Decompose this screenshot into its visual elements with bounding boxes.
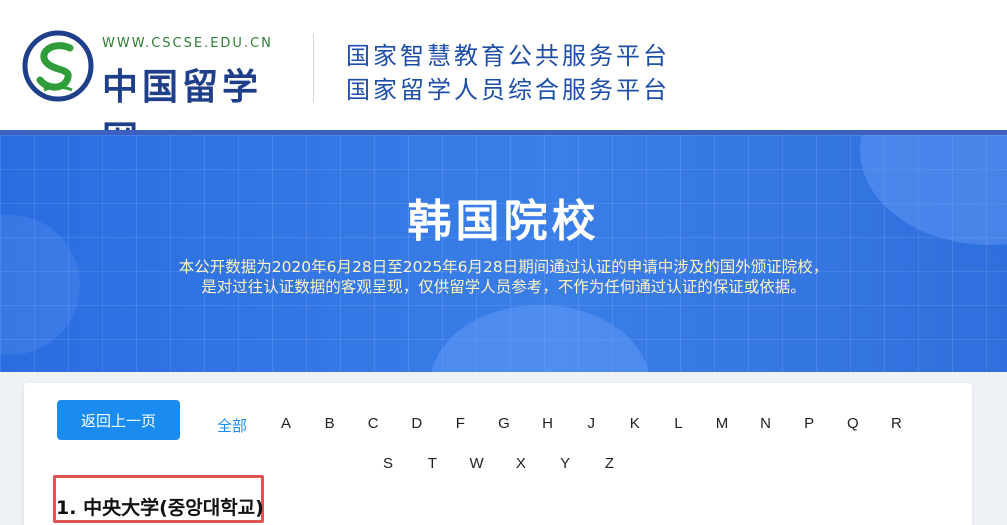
logo-url-text: WWW.CSCSE.EDU.CN [102,36,273,51]
cscse-logo-icon [22,30,94,102]
filter-letter-m[interactable]: M [702,415,742,432]
page-title: 韩国院校 [407,196,600,247]
filter-letter-k[interactable]: K [615,415,655,432]
filter-letter-n[interactable]: N [746,415,786,432]
filter-letter-h[interactable]: H [528,415,568,432]
filter-letter-x[interactable]: X [501,455,541,472]
site-header: WWW.CSCSE.EDU.CN 中国留学网 国家智慧教育公共服务平台 国家留学… [0,0,1007,160]
filter-letter-s[interactable]: S [368,455,408,472]
school-name: 中央大学(중앙대학교) [83,497,264,519]
platform-title-2: 国家留学人员综合服务平台 [346,76,670,104]
filter-letter-z[interactable]: Z [590,455,630,472]
back-button[interactable]: 返回上一页 [57,400,180,440]
hero-banner: 韩国院校 本公开数据为2020年6月28日至2025年6月28日期间通过认证的申… [0,135,1007,372]
filter-letter-j[interactable]: J [571,415,611,432]
banner-description-line-1: 本公开数据为2020年6月28日至2025年6月28日期间通过认证的申请中涉及的… [178,258,829,276]
filter-letter-t[interactable]: T [412,455,452,472]
filter-letter-p[interactable]: P [789,415,829,432]
filter-letter-r[interactable]: R [876,415,916,432]
filter-letter-c[interactable]: C [353,415,393,432]
filter-letter-a[interactable]: A [266,415,306,432]
banner-description: 本公开数据为2020年6月28日至2025年6月28日期间通过认证的申请中涉及的… [0,257,1007,297]
header-divider [313,34,314,102]
filter-letter-g[interactable]: G [484,415,524,432]
filter-letter-q[interactable]: Q [833,415,873,432]
school-list-card: 返回上一页 全部 ABCDFGHJKLMNPQR STWXYZ 1. 中央大学(… [24,383,972,525]
school-index: 1. [56,497,77,519]
filter-all[interactable]: 全部 [212,415,252,436]
filter-letter-w[interactable]: W [457,455,497,472]
platform-title-1: 国家智慧教育公共服务平台 [346,42,670,70]
site-logo[interactable]: WWW.CSCSE.EDU.CN 中国留学网 [22,30,282,160]
letter-filter: 全部 ABCDFGHJKLMNPQR STWXYZ [200,403,920,493]
filter-letter-l[interactable]: L [658,415,698,432]
banner-description-line-2: 是对过往认证数据的客观呈现，仅供留学人员参考，不作为任何通过认证的保证或依据。 [201,278,806,296]
filter-letter-y[interactable]: Y [545,455,585,472]
filter-letter-f[interactable]: F [440,415,480,432]
filter-letter-b[interactable]: B [310,415,350,432]
school-list-item[interactable]: 1. 中央大学(중앙대학교) [56,493,264,520]
filter-letter-d[interactable]: D [397,415,437,432]
